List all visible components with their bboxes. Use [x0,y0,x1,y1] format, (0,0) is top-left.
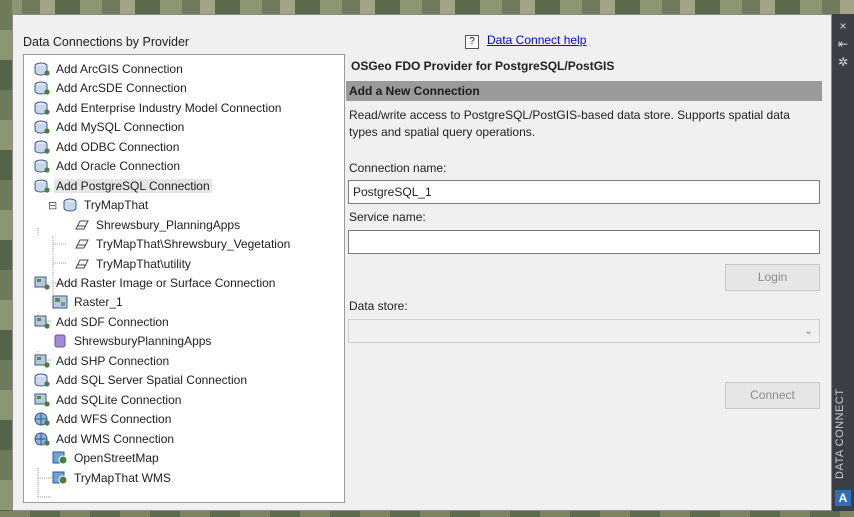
add-connection-icon [34,62,54,76]
tree-item-label: Add PostgreSQL Connection [54,179,212,193]
connect-button[interactable]: Connect [725,382,820,409]
tree-item[interactable]: Add SQLite Connection [34,391,183,410]
map-background-left [0,0,12,517]
tree-item-label: Add Enterprise Industry Model Connection [56,101,282,115]
polygon-layer-icon [74,237,94,251]
tree-item[interactable]: Add Enterprise Industry Model Connection [34,99,283,118]
tree-item-label: Add SHP Connection [56,354,170,368]
connection-name-field[interactable] [348,180,820,204]
tree-item-label: Add Oracle Connection [56,159,181,173]
tree-item[interactable]: Add SQL Server Spatial Connection [34,371,249,390]
polygon-layer-icon [74,218,94,232]
autocad-logo-icon: A [835,490,851,506]
connections-tree[interactable]: Add ArcGIS Connection Add ArcSDE Connecti… [23,54,345,503]
tree-item[interactable]: Add WFS Connection [34,410,173,429]
add-connection-icon [34,179,54,193]
tree-item-label: Add ODBC Connection [56,140,180,154]
add-connection-icon [34,81,54,95]
tree-item[interactable]: Add PostgreSQL Connection [34,177,212,196]
properties-icon[interactable]: ✲ [832,54,854,70]
sdf-file-icon [52,334,72,348]
tree-item[interactable]: TryMapThat WMS [52,469,173,488]
add-connection-icon [34,120,54,134]
panel-title: Data Connections by Provider [23,35,190,49]
tree-item-label: Add WFS Connection [56,412,172,426]
connection-name-label: Connection name: [349,161,447,175]
wms-layer-icon [52,451,72,465]
tree-item-label: Add SDF Connection [56,315,169,329]
help-icon[interactable]: ? [465,35,479,49]
tree-item[interactable]: Add MySQL Connection [34,118,186,137]
tree-item-label: Add MySQL Connection [56,120,185,134]
add-globe-icon [34,432,54,446]
raster-icon [52,295,72,309]
tree-item[interactable]: Add SHP Connection [34,352,171,371]
tree-item-label: Add Raster Image or Surface Connection [56,276,276,290]
add-raster-icon [34,393,54,407]
data-store-label: Data store: [349,299,408,313]
add-globe-icon [34,412,54,426]
tree-item-label: ShrewsburyPlanningApps [74,334,212,348]
auto-hide-icon[interactable]: ⇤ [832,36,854,52]
section-header: Add a New Connection [346,81,822,101]
login-button[interactable]: Login [725,264,820,291]
tree-item[interactable]: Raster_1 [52,293,125,312]
map-background-top [0,0,854,14]
tree-item-label: TryMapThat\utility [96,257,191,271]
tree-item-label: Add ArcSDE Connection [56,81,187,95]
map-background-bottom [0,511,854,517]
palette-title-vertical: DATA CONNECT [834,388,846,480]
tree-item[interactable]: Add SDF Connection [34,313,171,332]
tree-item[interactable]: TryMapThat\utility [74,255,193,274]
polygon-layer-icon [74,257,94,271]
tree-item-label: Raster_1 [74,295,123,309]
add-raster-icon [34,276,54,290]
palette-side-bar: × ⇤ ✲ DATA CONNECT A [832,14,854,511]
add-connection-icon [34,140,54,154]
tree-item[interactable]: Add Oracle Connection [34,157,182,176]
tree-item[interactable]: Add ArcGIS Connection [34,60,185,79]
tree-item-label: TryMapThat [84,198,149,212]
add-raster-icon [34,315,54,329]
wms-layer-icon [52,471,72,485]
tree-item[interactable]: OpenStreetMap [52,449,161,468]
provider-description: Read/write access to PostgreSQL/PostGIS-… [349,108,790,139]
service-name-label: Service name: [349,210,426,224]
chevron-down-icon: ⌄ [803,325,813,337]
tree-item-label: Add ArcGIS Connection [56,62,183,76]
tree-item[interactable]: Add ODBC Connection [34,138,181,157]
data-store-select[interactable]: ⌄ [348,319,820,343]
add-connection-icon [34,101,54,115]
tree-item-label: Add SQLite Connection [56,393,182,407]
tree-item[interactable]: ⊟ TryMapThat [48,196,150,215]
tree-item[interactable]: Add Raster Image or Surface Connection [34,274,277,293]
data-connect-palette: Data Connections by Provider Add ArcGIS … [12,14,832,511]
tree-item-label: Add SQL Server Spatial Connection [56,373,247,387]
tree-item[interactable]: ShrewsburyPlanningApps [52,332,213,351]
tree-item-label: Add WMS Connection [56,432,175,446]
tree-item[interactable]: TryMapThat\Shrewsbury_Vegetation [74,235,292,254]
help-link-group: ? Data Connect help [465,33,586,49]
close-icon[interactable]: × [832,18,854,34]
collapse-icon[interactable]: ⊟ [48,197,60,216]
add-connection-icon [34,373,54,387]
provider-title: OSGeo FDO Provider for PostgreSQL/PostGI… [351,59,615,73]
tree-item-label: Shrewsbury_PlanningApps [96,218,241,232]
tree-item[interactable]: Shrewsbury_PlanningApps [74,216,242,235]
tree-item[interactable]: Add WMS Connection [34,430,176,449]
data-connect-help-link[interactable]: Data Connect help [487,33,586,47]
tree-item-label: TryMapThat WMS [74,471,171,485]
database-icon [62,198,82,212]
service-name-field[interactable] [348,230,820,254]
add-raster-icon [34,354,54,368]
tree-item-label: OpenStreetMap [74,451,159,465]
add-connection-icon [34,159,54,173]
tree-item-label: TryMapThat\Shrewsbury_Vegetation [96,237,291,251]
tree-item[interactable]: Add ArcSDE Connection [34,79,189,98]
